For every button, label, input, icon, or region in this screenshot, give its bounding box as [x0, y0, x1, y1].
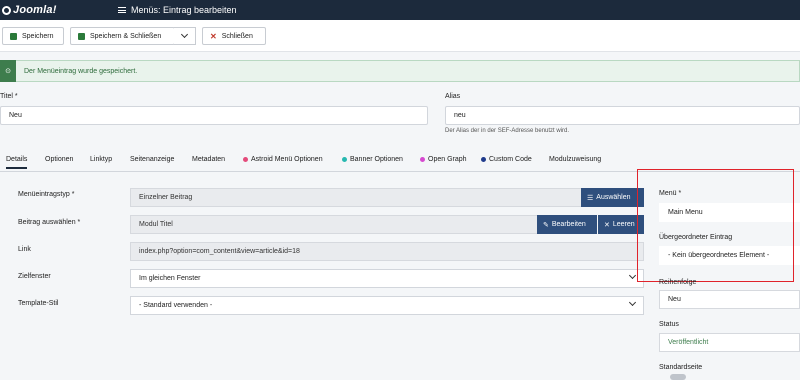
- order-select[interactable]: Neu: [659, 290, 800, 309]
- tab-label: Optionen: [45, 156, 74, 163]
- save-close-button[interactable]: Speichern & Schließen: [70, 27, 175, 45]
- tab-label: Linktyp: [90, 156, 113, 163]
- chevron-down-icon: [628, 271, 637, 280]
- status-select[interactable]: Veröffentlicht: [659, 333, 800, 352]
- alias-input[interactable]: neu: [445, 106, 800, 125]
- logo-text: Joomla!: [13, 4, 57, 16]
- default-page-label: Standardseite: [659, 364, 703, 371]
- check-circle-icon: ⊙: [0, 60, 16, 82]
- template-style-label: Template-Stil: [18, 300, 59, 307]
- tab-seitenanzeige[interactable]: Seitenanzeige: [130, 156, 174, 163]
- list-icon: ☰: [587, 194, 594, 202]
- tab-label: Custom Code: [489, 156, 532, 163]
- target-label: Zielfenster: [18, 273, 51, 280]
- highlight-box: [637, 169, 794, 282]
- close-icon: ✕: [604, 221, 610, 229]
- dot-icon: [342, 157, 347, 162]
- menu-item-type-label: Menüeintragstyp *: [18, 191, 75, 198]
- alias-label: Alias: [445, 93, 461, 100]
- tab-modulzuweisung[interactable]: Modulzuweisung: [549, 156, 601, 163]
- tab-metadaten[interactable]: Metadaten: [192, 156, 225, 163]
- tab-label: Open Graph: [428, 156, 467, 163]
- link-field: index.php?option=com_content&view=articl…: [130, 242, 644, 261]
- tab-label: Details: [6, 156, 28, 163]
- save-close-button-label: Speichern & Schließen: [90, 32, 162, 40]
- tab-label: Astroid Menü Optionen: [251, 156, 323, 163]
- edit-article-button[interactable]: ✎ Bearbeiten: [537, 215, 597, 234]
- toolbar: Speichern Speichern & Schließen ✕ Schlie…: [0, 20, 800, 52]
- tab-open-graph[interactable]: Open Graph: [420, 156, 467, 163]
- dot-icon: [420, 157, 425, 162]
- article-field: Modul Titel: [130, 215, 538, 234]
- alert-message: Der Menüeintrag wurde gespeichert.: [24, 67, 138, 75]
- select-button-label: Auswählen: [596, 194, 631, 201]
- floppy-disk-icon: [78, 32, 85, 40]
- tab-banner-optionen[interactable]: Banner Optionen: [342, 156, 403, 163]
- default-page-toggle[interactable]: [670, 374, 686, 380]
- page-title: Menüs: Eintrag bearbeiten: [118, 5, 237, 15]
- tab-details[interactable]: Details: [6, 156, 28, 169]
- page-title-text: Menüs: Eintrag bearbeiten: [131, 5, 237, 15]
- save-button-label: Speichern: [22, 32, 54, 40]
- tab-label: Modulzuweisung: [549, 156, 602, 163]
- template-select-value: - Standard verwenden -: [139, 302, 213, 309]
- dot-icon: [481, 157, 486, 162]
- success-alert: ⊙ Der Menüeintrag wurde gespeichert.: [0, 60, 800, 82]
- close-icon: ✕: [210, 31, 217, 41]
- tab-label: Banner Optionen: [350, 156, 403, 163]
- title-label: Titel *: [0, 93, 18, 100]
- close-button[interactable]: ✕ Schließen: [202, 27, 266, 45]
- tab-optionen[interactable]: Optionen: [45, 156, 73, 163]
- target-select-value: Im gleichen Fenster: [139, 275, 201, 282]
- clear-button-label: Leeren: [612, 221, 635, 228]
- save-button[interactable]: Speichern: [2, 27, 64, 45]
- top-header: Joomla! Menüs: Eintrag bearbeiten: [0, 0, 800, 20]
- edit-icon: ✎: [543, 221, 549, 229]
- tab-label: Seitenanzeige: [130, 156, 175, 163]
- joomla-logo-icon: [2, 5, 11, 15]
- edit-button-label: Bearbeiten: [551, 221, 586, 228]
- menu-list-icon: [118, 6, 126, 15]
- menu-item-type-field: Einzelner Beitrag: [130, 188, 582, 207]
- status-label: Status: [659, 321, 679, 328]
- tab-label: Metadaten: [192, 156, 226, 163]
- template-style-select[interactable]: - Standard verwenden -: [130, 296, 644, 315]
- order-label: Reihenfolge: [659, 279, 697, 286]
- target-window-select[interactable]: Im gleichen Fenster: [130, 269, 644, 288]
- article-label: Beitrag auswählen *: [18, 219, 81, 226]
- chevron-down-icon: [180, 30, 189, 39]
- alias-hint: Der Alias der in der SEF-Adresse benutzt…: [445, 128, 570, 134]
- tab-linktyp[interactable]: Linktyp: [90, 156, 112, 163]
- link-label: Link: [18, 246, 31, 253]
- floppy-disk-icon: [10, 32, 17, 40]
- tab-astroid-menu-optionen[interactable]: Astroid Menü Optionen: [243, 156, 323, 163]
- close-button-label: Schließen: [221, 32, 253, 40]
- select-menu-type-button[interactable]: ☰ Auswählen: [581, 188, 644, 207]
- joomla-logo[interactable]: Joomla!: [0, 0, 118, 20]
- save-options-dropdown[interactable]: [174, 27, 196, 45]
- chevron-down-icon: [628, 298, 637, 307]
- title-input[interactable]: Neu: [0, 106, 428, 125]
- dot-icon: [243, 157, 248, 162]
- tab-custom-code[interactable]: Custom Code: [481, 156, 532, 163]
